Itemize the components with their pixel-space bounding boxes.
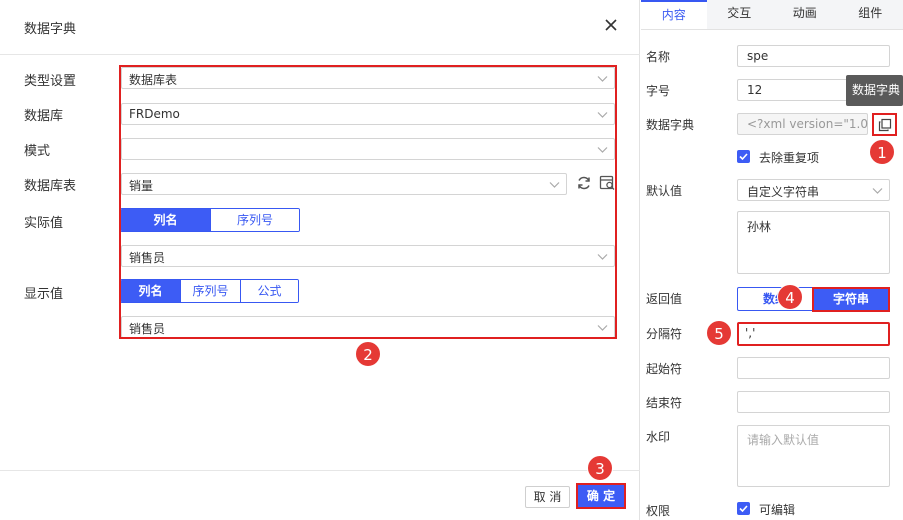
watermark-placeholder: 请输入默认值: [747, 433, 820, 447]
table-label: 数据库表: [24, 179, 77, 194]
tab-interaction[interactable]: 交互: [707, 0, 773, 29]
footer-divider: [0, 470, 640, 471]
dialog-title: 数据字典: [24, 22, 77, 37]
default-type-select[interactable]: 自定义字符串: [737, 179, 890, 201]
permission-label: 权限: [646, 504, 671, 518]
type-label: 类型设置: [24, 74, 77, 89]
dictionary-edit-button[interactable]: [872, 113, 897, 136]
dictionary-input[interactable]: <?xml version="1.0" e: [737, 113, 869, 135]
highlight-box-settings: [119, 65, 617, 339]
return-value-label: 返回值: [646, 292, 683, 306]
font-size-value: 12: [747, 83, 763, 97]
dictionary-tooltip: 数据字典: [846, 75, 903, 106]
step-badge-3: 3: [587, 455, 613, 481]
dictionary-input-value: <?xml version="1.0" e: [747, 117, 869, 131]
dedupe-label: 去除重复项: [759, 151, 820, 165]
watermark-textarea[interactable]: 请输入默认值: [737, 425, 890, 487]
name-input-value: spe: [747, 49, 769, 63]
dictionary-label: 数据字典: [646, 118, 695, 132]
editable-label: 可编辑: [759, 503, 796, 517]
tab-content[interactable]: 内容: [641, 0, 707, 29]
editable-checkbox[interactable]: [737, 502, 750, 515]
default-value-text: 孙林: [747, 220, 772, 234]
schema-label: 模式: [24, 144, 51, 159]
panel-tabs: 内容 交互 动画 组件: [641, 0, 903, 30]
header-divider: [0, 54, 640, 55]
confirm-button[interactable]: 确 定: [576, 483, 626, 509]
name-label: 名称: [646, 50, 671, 64]
check-icon: [739, 505, 748, 513]
default-value-textarea[interactable]: 孙林: [737, 211, 890, 274]
separator-label: 分隔符: [646, 327, 683, 341]
step-badge-5: 5: [706, 320, 732, 346]
watermark-label: 水印: [646, 430, 671, 444]
start-char-label: 起始符: [646, 362, 683, 376]
check-icon: [739, 153, 748, 161]
cancel-button[interactable]: 取 消: [525, 486, 570, 508]
actual-value-label: 实际值: [24, 216, 64, 231]
end-char-label: 结束符: [646, 396, 683, 410]
end-char-input[interactable]: [737, 391, 890, 413]
step-badge-4: 4: [777, 284, 803, 310]
separator-input[interactable]: ',': [737, 322, 890, 346]
dedupe-checkbox[interactable]: [737, 150, 750, 163]
tab-component[interactable]: 组件: [838, 0, 903, 29]
data-dictionary-dialog: 数据字典 类型设置 数据库表 数据库 FRDemo 模式 数据库表 销量 实际值: [0, 0, 640, 520]
start-char-input[interactable]: [737, 357, 890, 379]
step-badge-2: 2: [355, 341, 381, 367]
display-value-label: 显示值: [24, 287, 64, 302]
return-string-option[interactable]: 字符串: [812, 287, 890, 312]
copy-icon: [878, 118, 892, 132]
close-icon[interactable]: [602, 16, 620, 34]
font-size-label: 字号: [646, 84, 671, 98]
default-type-value: 自定义字符串: [747, 185, 820, 199]
database-label: 数据库: [24, 109, 64, 124]
separator-value: ',': [745, 326, 756, 340]
tab-animation[interactable]: 动画: [772, 0, 838, 29]
step-badge-1: 1: [869, 139, 895, 165]
default-value-label: 默认值: [646, 184, 683, 198]
chevron-down-icon: [872, 188, 883, 194]
name-input[interactable]: spe: [737, 45, 890, 67]
